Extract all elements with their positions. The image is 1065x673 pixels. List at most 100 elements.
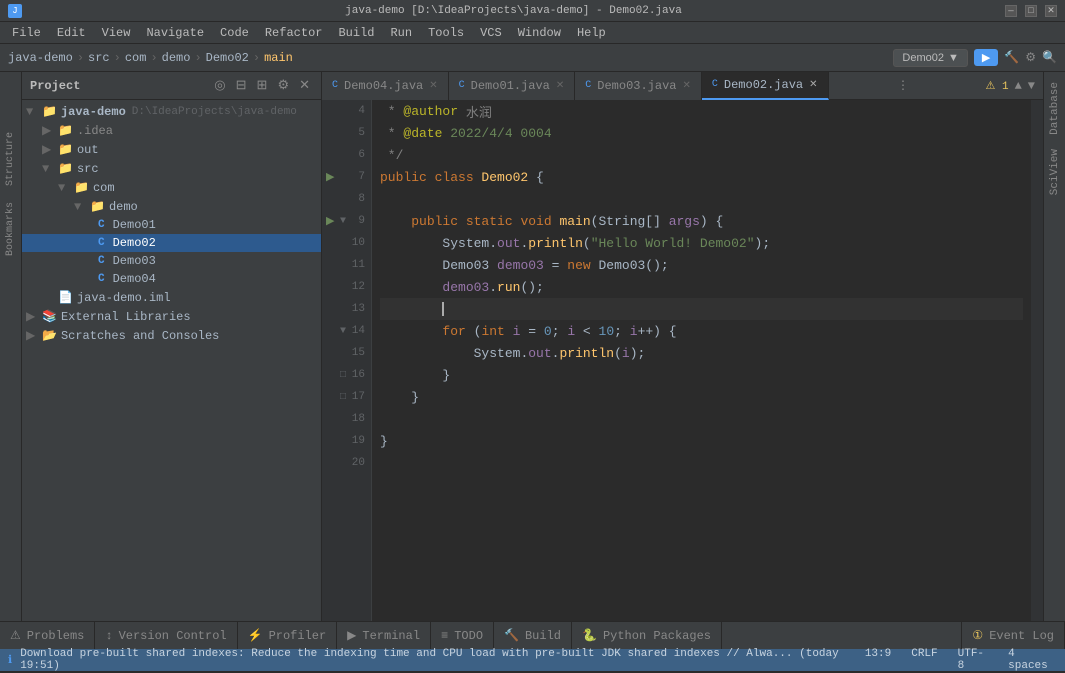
tree-item-idea[interactable]: ▶ 📁 .idea (22, 121, 321, 140)
build-tab[interactable]: 🔨 Build (494, 622, 572, 650)
code-line-17: } (380, 386, 1023, 408)
tree-item-src[interactable]: ▼ 📁 src (22, 159, 321, 178)
breadcrumb-src[interactable]: src (88, 51, 110, 65)
menu-item-file[interactable]: File (4, 24, 49, 42)
event-log-icon: ① (972, 628, 983, 643)
left-strip: Structure Bookmarks (0, 72, 22, 621)
breadcrumb-demo02[interactable]: Demo02 (206, 51, 249, 65)
warning-count[interactable]: ⚠ 1 (986, 79, 1009, 93)
sciview-tab[interactable]: SciView (1046, 143, 1064, 201)
line-ending[interactable]: CRLF (911, 648, 937, 672)
maximize-button[interactable]: □ (1025, 5, 1037, 17)
tree-item-scratches[interactable]: ▶ 📂 Scratches and Consoles (22, 326, 321, 345)
right-panel: Database SciView (1043, 72, 1065, 621)
run-config-dropdown[interactable]: Demo02 ▼ (893, 49, 967, 67)
sidebar-close-icon[interactable]: ✕ (296, 77, 313, 94)
tree-item-iml[interactable]: 📄 java-demo.iml (22, 288, 321, 307)
sidebar-collapse-icon[interactable]: ⊟ (233, 77, 250, 94)
code-line-7: public class Demo02 { (380, 166, 1023, 188)
sidebar-settings-icon[interactable]: ⚙ (274, 77, 292, 94)
code-line-12: demo03.run(); (380, 276, 1023, 298)
gutter-10: 10 (322, 232, 371, 254)
build-icon[interactable]: 🔨 (1004, 50, 1019, 65)
run-button[interactable]: ▶ (974, 49, 998, 66)
code-content[interactable]: * @author 水润 * @date 2022/4/4 0004 */ pu… (372, 100, 1031, 621)
info-icon: ℹ (8, 653, 12, 667)
tree-item-ext-libs[interactable]: ▶ 📚 External Libraries (22, 307, 321, 326)
breadcrumb-demo[interactable]: demo (162, 51, 191, 65)
scroll-indicator[interactable] (1031, 100, 1043, 621)
tree-item-demo04[interactable]: C Demo04 (22, 270, 321, 288)
python-packages-tab[interactable]: 🐍 Python Packages (572, 622, 722, 650)
tabs-gear-icon[interactable]: ⋮ (889, 78, 917, 93)
title-bar-left: J (8, 4, 22, 18)
search-icon[interactable]: 🔍 (1042, 50, 1057, 65)
tab-demo04-close[interactable]: ✕ (429, 80, 437, 92)
problems-tab[interactable]: ⚠ Problems (0, 622, 95, 650)
breadcrumb-com[interactable]: com (125, 51, 147, 65)
menu-item-code[interactable]: Code (212, 24, 257, 42)
version-control-label: Version Control (119, 629, 227, 643)
gutter-14: ▼ 14 (322, 320, 371, 342)
editor-up-icon[interactable]: ▲ (1015, 79, 1022, 93)
tab-demo03-icon: C (585, 80, 591, 91)
tab-demo04-icon: C (332, 80, 338, 91)
tab-demo01[interactable]: C Demo01.java ✕ (449, 72, 576, 100)
tree-item-demo01[interactable]: C Demo01 (22, 216, 321, 234)
tree-item-out[interactable]: ▶ 📁 out (22, 140, 321, 159)
database-tab[interactable]: Database (1046, 76, 1064, 141)
structure-tab[interactable]: Structure (5, 132, 16, 186)
settings-icon[interactable]: ⚙ (1025, 50, 1036, 65)
tree-item-root[interactable]: ▼ 📁 java-demo D:\IdeaProjects\java-demo (22, 102, 321, 121)
menu-item-edit[interactable]: Edit (49, 24, 94, 42)
sidebar-locate-icon[interactable]: ◎ (211, 77, 228, 94)
tab-demo03-close[interactable]: ✕ (682, 80, 690, 92)
todo-label: TODO (454, 629, 483, 643)
tree-item-demo02[interactable]: C Demo02 (22, 234, 321, 252)
project-tree: ▼ 📁 java-demo D:\IdeaProjects\java-demo … (22, 100, 321, 621)
encoding[interactable]: UTF-8 (958, 648, 989, 672)
tree-item-demo03[interactable]: C Demo03 (22, 252, 321, 270)
minimize-button[interactable]: — (1005, 5, 1017, 17)
menu-item-view[interactable]: View (94, 24, 139, 42)
tab-demo04[interactable]: C Demo04.java ✕ (322, 72, 449, 100)
code-editor[interactable]: 4 5 6 ▶ 7 8 ▶ ▼ 9 10 11 12 13 ▼ (322, 100, 1043, 621)
menu-item-help[interactable]: Help (569, 24, 614, 42)
editor-down-icon[interactable]: ▼ (1028, 79, 1035, 93)
event-log-tab[interactable]: ① Event Log (961, 622, 1065, 650)
breadcrumb-project[interactable]: java-demo (8, 51, 73, 65)
tabs-bar: C Demo04.java ✕ C Demo01.java ✕ C Demo03… (322, 72, 1043, 100)
tree-item-demo[interactable]: ▼ 📁 demo (22, 197, 321, 216)
version-control-tab[interactable]: ↕ Version Control (95, 622, 237, 650)
sep2: › (114, 51, 121, 65)
menu-item-vcs[interactable]: VCS (472, 24, 510, 42)
menu-item-navigate[interactable]: Navigate (138, 24, 212, 42)
sep3: › (150, 51, 157, 65)
event-log-label: Event Log (989, 629, 1054, 643)
tab-demo03[interactable]: C Demo03.java ✕ (575, 72, 702, 100)
bookmarks-tab[interactable]: Bookmarks (5, 202, 16, 256)
terminal-label: Terminal (362, 629, 420, 643)
terminal-tab[interactable]: ▶ Terminal (337, 622, 431, 650)
tree-item-com[interactable]: ▼ 📁 com (22, 178, 321, 197)
todo-tab[interactable]: ≡ TODO (431, 622, 494, 650)
tab-demo02-label: Demo02.java (724, 78, 803, 92)
sidebar-expand-icon[interactable]: ⊞ (254, 77, 271, 94)
menu-item-run[interactable]: Run (382, 24, 420, 42)
sidebar-title: Project (30, 79, 80, 93)
tab-demo01-close[interactable]: ✕ (556, 80, 564, 92)
menu-item-tools[interactable]: Tools (420, 24, 472, 42)
menu-item-window[interactable]: Window (510, 24, 569, 42)
indent-setting[interactable]: 4 spaces (1008, 648, 1057, 672)
gutter-8: 8 (322, 188, 371, 210)
tab-demo02[interactable]: C Demo02.java ✕ (702, 72, 829, 100)
profiler-tab[interactable]: ⚡ Profiler (238, 622, 338, 650)
cursor-position[interactable]: 13:9 (865, 648, 891, 672)
gutter-9: ▶ ▼ 9 (322, 210, 371, 232)
breadcrumb-main[interactable]: main (264, 51, 293, 65)
gutter-11: 11 (322, 254, 371, 276)
menu-item-build[interactable]: Build (330, 24, 382, 42)
close-button[interactable]: ✕ (1045, 5, 1057, 17)
tab-demo02-close[interactable]: ✕ (809, 79, 817, 91)
menu-item-refactor[interactable]: Refactor (257, 24, 331, 42)
